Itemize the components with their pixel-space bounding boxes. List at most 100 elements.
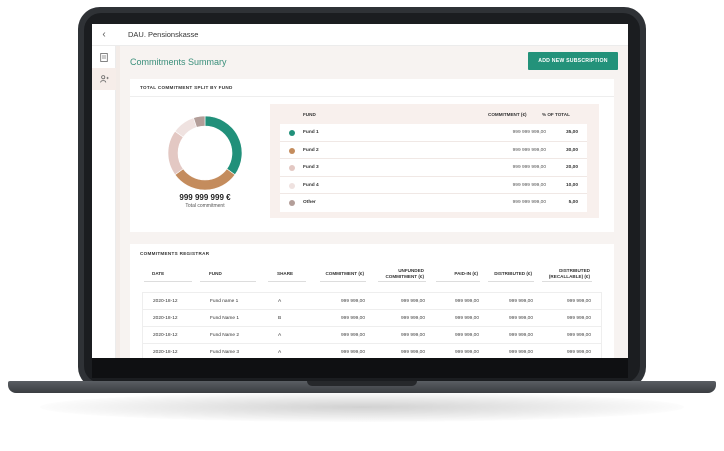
header-underline <box>488 281 534 282</box>
cell-paid-in: 999 999,00 <box>454 299 479 304</box>
device-shadow <box>40 392 684 422</box>
table-row[interactable]: Fund 1 999 999 999,00 35,00 <box>280 124 587 142</box>
header-underline <box>542 281 592 282</box>
fund-name: Fund 2 <box>303 147 319 153</box>
table-row[interactable]: 2020-18-12 Fund name 1 A 999 999,00 999 … <box>143 293 601 310</box>
cell-commitment: 999 999,00 <box>340 316 365 321</box>
donut-slice-1 <box>204 115 243 176</box>
registrar-title: COMMITMENTS REGISTRAR <box>140 251 210 256</box>
add-subscription-button[interactable]: ADD NEW SUBSCRIPTION <box>528 52 618 70</box>
cell-commitment: 999 999,00 <box>340 350 365 355</box>
header-underline <box>268 281 306 282</box>
registrar-header: DATE FUND SHARE COMMITMENT (€) UNFUNDED C… <box>130 266 614 290</box>
cell-date: 2020-18-12 <box>153 299 178 304</box>
header-underline <box>200 281 256 282</box>
fund-table-rows: Fund 1 999 999 999,00 35,00 Fund 2 999 9… <box>280 124 587 212</box>
cell-date: 2020-18-12 <box>153 316 178 321</box>
fund-commitment: 999 999 999,00 <box>512 165 546 170</box>
legend-dot <box>289 147 295 154</box>
page-title: Commitments Summary <box>130 57 227 67</box>
cell-share: A <box>278 299 282 304</box>
fund-name: Fund 4 <box>303 182 319 188</box>
fund-commitment: 999 999 999,00 <box>512 147 546 153</box>
cell-recallable: 999 999,00 <box>566 316 591 321</box>
fund-commitment: 999 999 999,00 <box>512 200 546 205</box>
table-row[interactable]: Fund 4 999 999 999,00 10,00 <box>280 177 587 194</box>
legend-dot <box>289 165 295 171</box>
header-paid-in: PAID-IN (€) <box>454 271 478 276</box>
chevron-left-icon[interactable]: ‹ <box>92 29 116 40</box>
split-card-title: TOTAL COMMITMENT SPLIT BY FUND <box>140 85 233 90</box>
main-content: Commitments Summary ADD NEW SUBSCRIPTION… <box>120 46 628 358</box>
table-row[interactable]: 2020-18-12 Fund Name 1 B 999 999,00 999 … <box>143 310 601 327</box>
cell-recallable: 999 999,00 <box>566 333 591 338</box>
device-mockup: ‹ DAU. Pensionskasse Commitments Summary… <box>0 0 724 451</box>
fund-table-header: FUND COMMITMENT (€) % OF TOTAL <box>270 104 599 124</box>
header-date: DATE <box>152 271 165 276</box>
header-underline <box>144 281 192 282</box>
fund-pct: 30,00 <box>565 147 578 153</box>
header-underline <box>378 281 426 282</box>
header-commitment: COMMITMENT (€) <box>325 271 364 276</box>
cell-fund: Fund Name 1 <box>210 316 240 321</box>
top-bar: ‹ DAU. Pensionskasse <box>92 24 628 46</box>
fund-commitment: 999 999 999,00 <box>512 182 546 188</box>
cell-date: 2020-18-12 <box>153 350 178 355</box>
user-add-icon[interactable] <box>92 68 116 90</box>
registrar-rows: 2020-18-12 Fund name 1 A 999 999,00 999 … <box>142 292 602 358</box>
legend-dot <box>289 130 295 136</box>
fund-pct: 10,00 <box>565 182 578 188</box>
total-commitment-value: 999 999 999 € <box>179 193 231 202</box>
header-fund: FUND <box>303 112 316 117</box>
summary-header: Commitments Summary ADD NEW SUBSCRIPTION <box>128 52 618 72</box>
legend-dot <box>289 200 295 206</box>
legend-dot <box>289 182 295 189</box>
cell-unfunded: 999 999,00 <box>400 350 425 355</box>
cell-commitment: 999 999,00 <box>340 299 365 304</box>
header-pct: % OF TOTAL <box>542 112 570 117</box>
fund-commitment: 999 999 999,00 <box>512 130 546 135</box>
cell-paid-in: 999 999,00 <box>454 316 479 321</box>
header-unfunded-line2: COMMITMENT (€) <box>385 274 424 279</box>
header-underline <box>436 281 480 282</box>
cell-distributed: 999 999,00 <box>508 333 533 338</box>
split-card: TOTAL COMMITMENT SPLIT BY FUND 999 999 9… <box>130 79 614 232</box>
header-recallable: DISTRIBUTED (RECALLABLE) (€) <box>540 268 590 280</box>
sidebar <box>92 46 116 358</box>
fund-pct: 20,00 <box>565 165 578 170</box>
cell-distributed: 999 999,00 <box>508 350 533 355</box>
donut-slice-2 <box>174 168 236 191</box>
header-underline <box>320 281 366 282</box>
header-fund: FUND <box>209 271 222 276</box>
cell-share: A <box>278 350 282 355</box>
cell-unfunded: 999 999,00 <box>400 299 425 304</box>
donut-slice-3 <box>167 130 184 176</box>
fund-pct: 35,00 <box>565 130 578 135</box>
cell-share: B <box>278 316 282 321</box>
table-row[interactable]: Fund 3 999 999 999,00 20,00 <box>280 159 587 177</box>
table-row[interactable]: Fund 2 999 999 999,00 30,00 <box>280 142 587 159</box>
cell-commitment: 999 999,00 <box>340 333 365 338</box>
table-row[interactable]: 2020-18-12 Fund Name 2 A 999 999,00 999 … <box>143 327 601 344</box>
header-recallable-line2: (RECALLABLE) (€) <box>548 274 590 279</box>
cell-distributed: 999 999,00 <box>508 316 533 321</box>
header-distributed: DISTRIBUTED (€) <box>494 271 532 276</box>
cell-unfunded: 999 999,00 <box>400 316 425 321</box>
fund-name: Other <box>303 200 316 205</box>
fund-name: Fund 3 <box>303 165 319 170</box>
document-icon[interactable] <box>92 46 116 68</box>
table-row[interactable]: 2020-18-12 Fund Name 3 A 999 999,00 999 … <box>143 344 601 358</box>
fund-name: Fund 1 <box>303 130 319 135</box>
cell-fund: Fund Name 2 <box>210 333 240 338</box>
table-row[interactable]: Other 999 999 999,00 5,00 <box>280 194 587 212</box>
fund-split-table: FUND COMMITMENT (€) % OF TOTAL Fund 1 99… <box>270 104 599 218</box>
header-unfunded: UNFUNDED COMMITMENT (€) <box>380 268 424 280</box>
cell-fund: Fund name 1 <box>210 299 239 304</box>
cell-paid-in: 999 999,00 <box>454 350 479 355</box>
cell-recallable: 999 999,00 <box>566 350 591 355</box>
cell-fund: Fund Name 3 <box>210 350 240 355</box>
cell-recallable: 999 999,00 <box>566 299 591 304</box>
cell-distributed: 999 999,00 <box>508 299 533 304</box>
laptop-bezel-bottom <box>92 358 628 378</box>
fund-pct: 5,00 <box>568 200 578 205</box>
